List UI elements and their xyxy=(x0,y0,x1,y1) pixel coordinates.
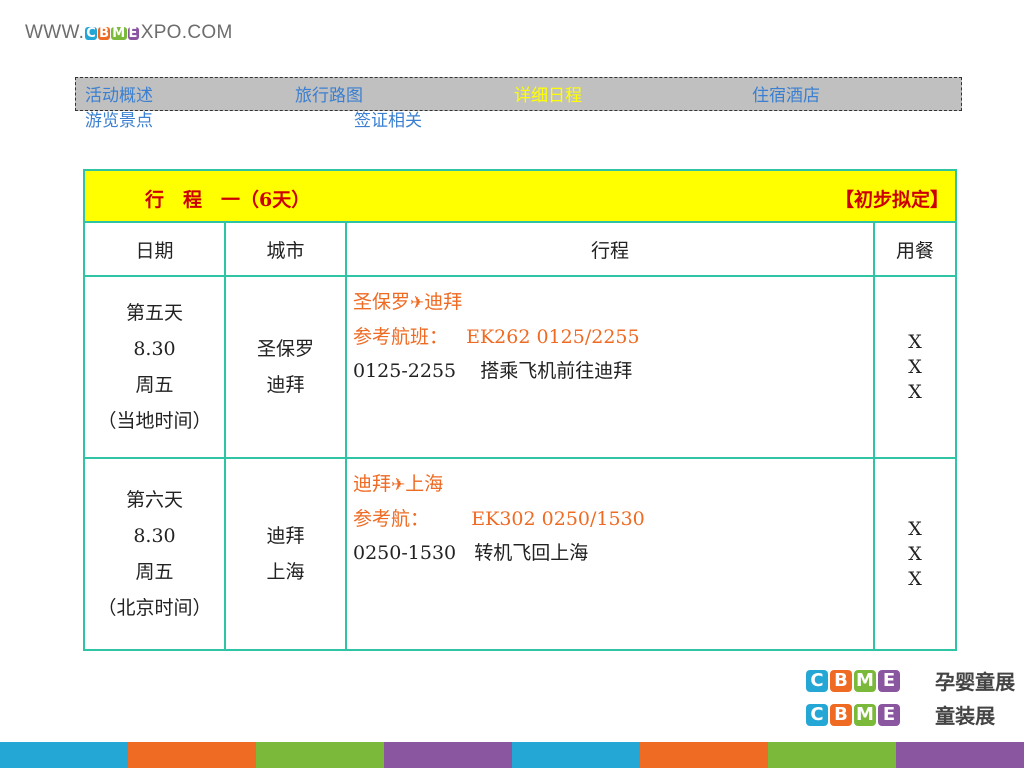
itinerary-cell: 迪拜✈上海 参考航： EK302 0250/1530 0250-1530 转机飞… xyxy=(345,457,875,651)
route-to: 迪拜 xyxy=(424,291,463,313)
meals-cell: X X X xyxy=(873,457,957,651)
weekday-label: 周五 xyxy=(135,561,174,583)
stripe-segment xyxy=(768,742,896,768)
logo-letter-e: E xyxy=(127,25,139,41)
stripe-segment xyxy=(384,742,512,768)
meal-lunch: X xyxy=(908,355,922,378)
city-cell: 迪拜 上海 xyxy=(224,457,347,651)
meal-dinner: X xyxy=(908,567,922,590)
brand-logo-kids-fashion: C B M E ® 童装展 xyxy=(806,700,995,729)
timezone-label: （北京时间） xyxy=(97,597,212,619)
weekday-label: 周五 xyxy=(135,374,174,396)
nav-link-hotel[interactable]: 住宿酒店 xyxy=(752,86,820,106)
registered-mark: ® xyxy=(902,703,920,725)
column-header-row: 日期 城市 行程 用餐 xyxy=(83,221,957,277)
flight-detail: 0250-1530 转机飞回上海 xyxy=(353,542,589,564)
route-line: 圣保罗✈迪拜 xyxy=(353,285,867,320)
logo-letter-e: E xyxy=(878,669,900,692)
registered-mark: ® xyxy=(902,669,920,691)
logo-letter-b: B xyxy=(830,669,852,692)
column-header-city: 城市 xyxy=(224,221,347,277)
table-row: 第六天 8.30 周五 （北京时间） 迪拜 上海 迪拜✈上海 参考航： EK30… xyxy=(83,457,957,651)
flight-info: 参考航班： EK262 0125/2255 xyxy=(353,326,640,348)
date-label: 8.30 xyxy=(133,338,176,360)
stripe-segment xyxy=(640,742,768,768)
nav-link-schedule[interactable]: 详细日程 xyxy=(514,86,582,106)
url-prefix: WWW. xyxy=(25,22,85,43)
url-suffix: XPO.COM xyxy=(140,22,233,43)
brand-name-baby-fair: 孕婴童展 xyxy=(935,670,1016,694)
city-from: 迪拜 xyxy=(266,525,305,547)
date-cell: 第五天 8.30 周五 （当地时间） xyxy=(83,275,226,459)
color-stripe-bar xyxy=(0,742,1024,768)
nav-link-overview[interactable]: 活动概述 xyxy=(85,86,153,106)
column-header-itinerary: 行程 xyxy=(345,221,875,277)
route-to: 上海 xyxy=(405,473,444,495)
column-header-date: 日期 xyxy=(83,221,226,277)
meal-breakfast: X xyxy=(908,517,922,540)
city-cell: 圣保罗 迪拜 xyxy=(224,275,347,459)
site-url: WWW. C B M E XPO.COM xyxy=(25,22,233,44)
logo-letter-m: M xyxy=(854,669,876,692)
logo-letter-c: C xyxy=(85,25,98,41)
column-header-meals: 用餐 xyxy=(873,221,957,277)
stripe-segment xyxy=(512,742,640,768)
schedule-tag: 【初步拟定】 xyxy=(834,189,949,211)
airplane-icon: ✈ xyxy=(391,475,406,495)
stripe-segment xyxy=(256,742,384,768)
date-label: 8.30 xyxy=(133,525,176,547)
stripe-segment xyxy=(0,742,128,768)
logo-letter-m: M xyxy=(854,703,876,726)
route-from: 迪拜 xyxy=(353,473,392,495)
route-line: 迪拜✈上海 xyxy=(353,467,867,502)
logo-letter-e: E xyxy=(878,703,900,726)
route-from: 圣保罗 xyxy=(353,291,411,313)
stripe-segment xyxy=(128,742,256,768)
brand-logo-baby-fair: C B M E ® 孕婴童展 xyxy=(806,666,1015,695)
cbme-logo: C B M E ® xyxy=(806,703,924,726)
schedule-table: 行 程 一（6天） 【初步拟定】 日期 城市 行程 用餐 第五天 8.30 周五… xyxy=(83,169,957,651)
meal-dinner: X xyxy=(908,380,922,403)
schedule-title: 行 程 一（6天） xyxy=(145,189,311,211)
cbme-logo: C B M E ® xyxy=(806,669,924,692)
day-label: 第六天 xyxy=(125,489,183,511)
schedule-header-cell: 行 程 一（6天） 【初步拟定】 xyxy=(83,169,957,223)
day-label: 第五天 xyxy=(125,302,183,324)
stripe-segment xyxy=(896,742,1024,768)
meal-breakfast: X xyxy=(908,330,922,353)
nav-link-route-map[interactable]: 旅行路图 xyxy=(295,86,363,106)
logo-letter-m: M xyxy=(111,25,127,41)
nav-link-sights[interactable]: 游览景点 xyxy=(85,111,153,131)
nav-bar: 活动概述 旅行路图 详细日程 住宿酒店 游览景点 签证相关 xyxy=(75,77,962,131)
logo-letter-c: C xyxy=(806,703,828,726)
date-cell: 第六天 8.30 周五 （北京时间） xyxy=(83,457,226,651)
meals-cell: X X X xyxy=(873,275,957,459)
city-to: 迪拜 xyxy=(266,374,305,396)
nav-link-visa[interactable]: 签证相关 xyxy=(354,111,422,131)
brand-name-kids-fashion: 童装展 xyxy=(935,704,996,728)
flight-detail: 0125-2255 搭乘飞机前往迪拜 xyxy=(353,360,633,382)
city-to: 上海 xyxy=(266,561,305,583)
meal-lunch: X xyxy=(908,542,922,565)
itinerary-cell: 圣保罗✈迪拜 参考航班： EK262 0125/2255 0125-2255 搭… xyxy=(345,275,875,459)
logo-letter-b: B xyxy=(98,25,111,41)
city-from: 圣保罗 xyxy=(256,338,314,360)
timezone-label: （当地时间） xyxy=(97,410,212,432)
logo-letter-b: B xyxy=(830,703,852,726)
flight-info: 参考航： EK302 0250/1530 xyxy=(353,508,645,530)
schedule-header-row: 行 程 一（6天） 【初步拟定】 xyxy=(83,169,957,223)
airplane-icon: ✈ xyxy=(410,293,425,313)
table-row: 第五天 8.30 周五 （当地时间） 圣保罗 迪拜 圣保罗✈迪拜 参考航班： E… xyxy=(83,275,957,459)
cbme-mini-logo: C B M E xyxy=(85,25,140,41)
logo-letter-c: C xyxy=(806,669,828,692)
